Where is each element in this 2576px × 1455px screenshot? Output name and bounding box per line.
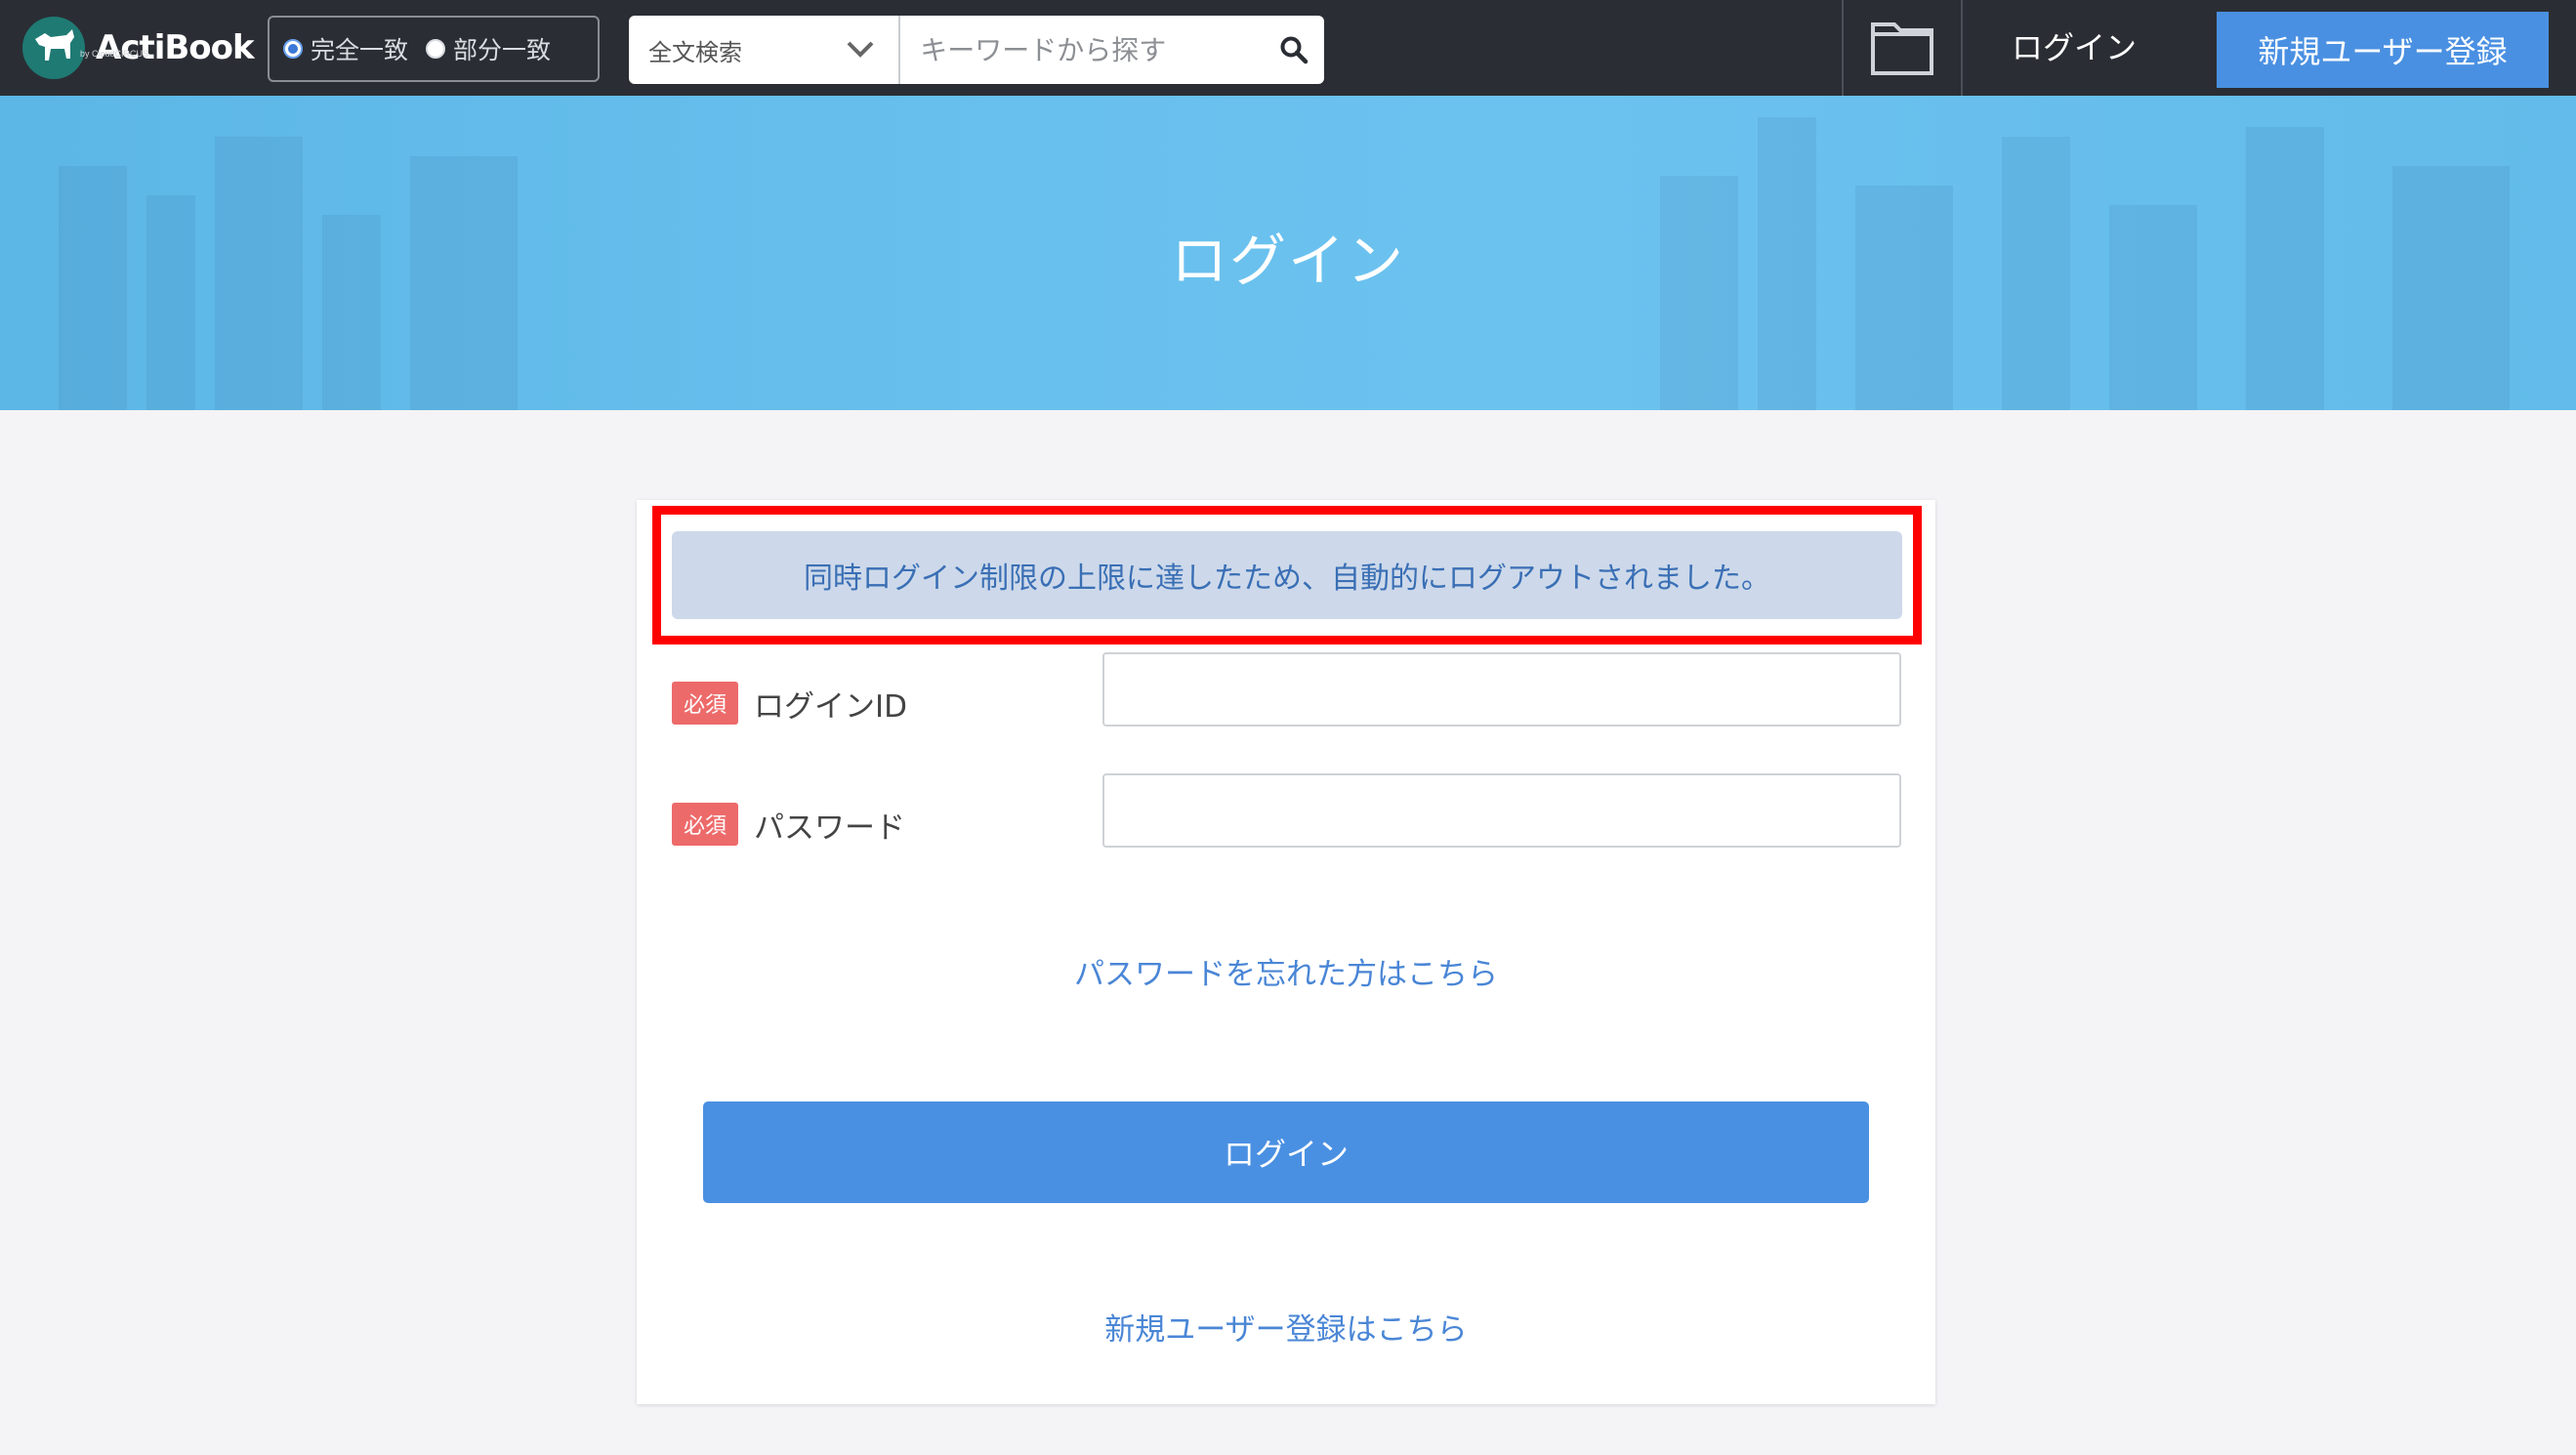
brand-logo[interactable]: ActiBook	[21, 14, 255, 82]
forgot-password-link[interactable]: パスワードを忘れた方はこちら	[637, 949, 1935, 993]
match-exact-radio[interactable]	[283, 39, 303, 59]
search-icon	[1280, 36, 1308, 64]
brand-subtitle: by CloudCIRCUS	[80, 49, 149, 59]
login-id-label: ログインID	[754, 688, 908, 725]
header-login-link[interactable]: ログイン	[2012, 0, 2137, 96]
password-label: パスワード	[754, 810, 906, 846]
brand-name: ActiBook	[96, 28, 255, 67]
top-navbar: ActiBook by CloudCIRCUS 完全一致 部分一致 全文検索 ロ…	[0, 0, 2576, 96]
search-bar: 全文検索	[629, 16, 1324, 84]
search-input[interactable]	[900, 17, 1264, 83]
logout-alert: 同時ログイン制限の上限に達したため、自動的にログアウトされました。	[672, 531, 1902, 619]
login-card: 同時ログイン制限の上限に達したため、自動的にログアウトされました。 必須 ログイ…	[637, 500, 1935, 1404]
password-input[interactable]	[1102, 773, 1901, 848]
header-register-button[interactable]: 新規ユーザー登録	[2217, 12, 2549, 88]
required-badge: 必須	[672, 682, 739, 725]
folder-icon	[1871, 22, 1933, 75]
password-label-row: 必須 パスワード	[672, 787, 905, 861]
page-banner: ログイン	[0, 96, 2576, 410]
login-id-input[interactable]	[1102, 652, 1901, 727]
chevron-down-icon	[847, 41, 874, 58]
match-exact-label[interactable]: 完全一致	[311, 31, 408, 66]
match-partial-label[interactable]: 部分一致	[453, 31, 551, 66]
search-type-select[interactable]: 全文検索	[629, 16, 901, 84]
register-link[interactable]: 新規ユーザー登録はこちら	[637, 1305, 1935, 1349]
search-button[interactable]	[1263, 16, 1324, 84]
required-badge: 必須	[672, 803, 739, 846]
logo-icon	[22, 17, 85, 79]
login-button[interactable]: ログイン	[703, 1102, 1869, 1203]
match-partial-radio[interactable]	[426, 39, 446, 59]
login-id-label-row: 必須 ログインID	[672, 666, 907, 740]
bookshelf-button[interactable]	[1842, 0, 1963, 96]
search-type-value: 全文検索	[648, 38, 742, 66]
page-title: ログイン	[1170, 228, 1405, 294]
match-mode-group: 完全一致 部分一致	[268, 16, 600, 82]
